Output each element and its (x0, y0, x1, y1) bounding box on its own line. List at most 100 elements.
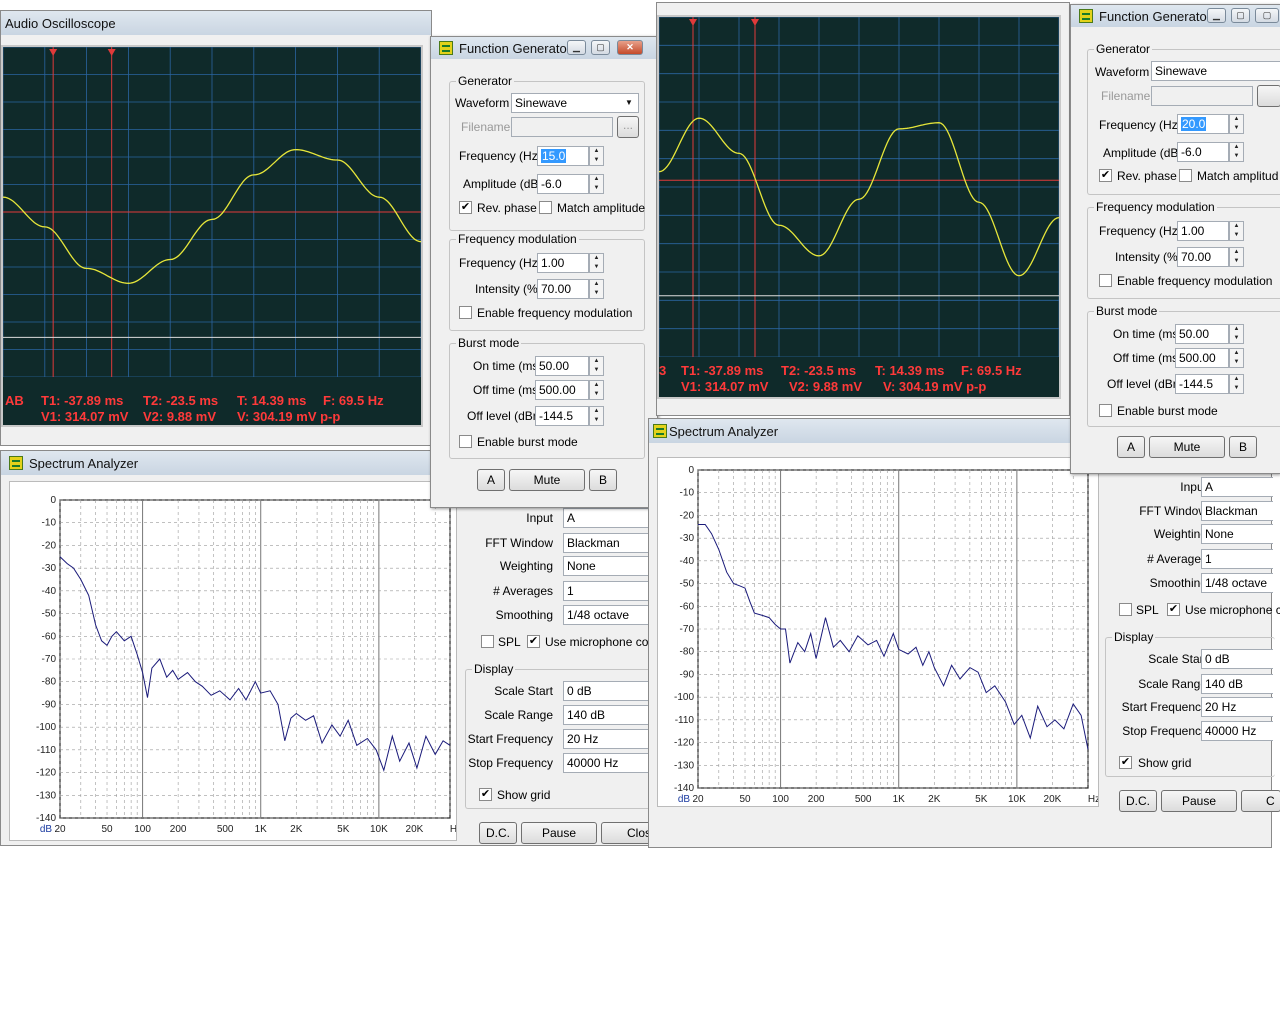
on-time-input[interactable]: 50.00 (1175, 324, 1229, 344)
frequency-input[interactable]: 15.0 (537, 146, 589, 166)
frequency-spinner[interactable]: ▲ ▼ (589, 146, 604, 166)
spl-checkbox[interactable] (1119, 603, 1132, 616)
oscilloscope-screen[interactable]: AB T1: -37.89 ms T2: -23.5 ms T: 14.39 m… (1, 45, 423, 427)
dc-button[interactable]: D.C. (1119, 790, 1157, 812)
averages-select[interactable]: 1 (563, 581, 659, 601)
averages-select[interactable]: 1 (1201, 549, 1273, 569)
chevron-down-icon[interactable]: ▼ (621, 94, 637, 112)
weighting-select[interactable]: None (563, 556, 659, 576)
fm-frequency-input[interactable]: 1.00 (537, 253, 589, 273)
start-frequency-select[interactable]: 20 Hz (563, 729, 659, 749)
off-time-spinner[interactable]: ▲ ▼ (589, 380, 604, 400)
cursor-marker[interactable] (107, 49, 116, 56)
enable-burst-checkbox[interactable] (1099, 404, 1112, 417)
pause-button[interactable]: Pause (521, 822, 597, 844)
y-tick-label: -70 (680, 624, 695, 635)
mute-button[interactable]: Mute (1149, 436, 1225, 458)
channel-a-button[interactable]: A (1117, 436, 1145, 458)
weighting-select[interactable]: None (1201, 524, 1273, 544)
frequency-input[interactable]: 20.0 (1177, 114, 1229, 134)
close-button[interactable]: C (1241, 790, 1280, 812)
mute-button[interactable]: Mute (509, 469, 585, 491)
match-amplitude-checkbox[interactable] (1179, 169, 1192, 182)
maximize-icon[interactable]: ▢ (1231, 8, 1250, 23)
amplitude-input[interactable]: -6.0 (1177, 142, 1229, 162)
off-time-input[interactable]: 500.00 (1175, 348, 1229, 368)
waveform-select[interactable]: Sinewave (1151, 61, 1280, 81)
spectrum-left-plot-area[interactable]: 0 -10 -20 -30 -40 -50 -60 -70 -80 -90 -100 -110 -120… (9, 481, 462, 841)
stop-frequency-select[interactable]: 40000 Hz (1201, 721, 1273, 741)
match-amplitude-checkbox[interactable] (539, 201, 552, 214)
cursor-marker[interactable] (689, 19, 697, 26)
fm-frequency-spinner[interactable]: ▲ ▼ (589, 253, 604, 273)
spl-checkbox[interactable] (481, 635, 494, 648)
off-time-label: Off time (ms) (473, 383, 543, 397)
fm-frequency-spinner[interactable]: ▲ ▼ (1229, 221, 1244, 241)
fm-intensity-input[interactable]: 70.00 (537, 279, 589, 299)
input-select[interactable]: A (563, 508, 659, 528)
cursor-marker[interactable] (49, 49, 58, 56)
enable-fm-label: Enable frequency modulation (477, 306, 633, 320)
off-level-spinner[interactable]: ▲ ▼ (589, 406, 604, 426)
enable-burst-checkbox[interactable] (459, 435, 472, 448)
dc-button[interactable]: D.C. (479, 822, 517, 844)
function-generator-left-window: Function Generator ▁ ▢ ✕ Generator Wavef… (430, 36, 658, 508)
minimize-icon[interactable]: ▁ (1207, 8, 1226, 23)
off-level-input[interactable]: -144.5 (1175, 374, 1229, 394)
show-grid-checkbox[interactable]: ✔ (1119, 756, 1132, 769)
enable-fm-checkbox[interactable] (1099, 274, 1112, 287)
rev-phase-checkbox[interactable]: ✔ (459, 201, 472, 214)
on-time-spinner[interactable]: ▲ ▼ (1229, 324, 1244, 344)
enable-fm-checkbox[interactable] (459, 306, 472, 319)
stop-frequency-select[interactable]: 40000 Hz (563, 753, 659, 773)
show-grid-checkbox[interactable]: ✔ (479, 788, 492, 801)
channel-b-button[interactable]: B (1229, 436, 1257, 458)
off-level-spinner[interactable]: ▲ ▼ (1229, 374, 1244, 394)
amplitude-spinner[interactable]: ▲ ▼ (589, 174, 604, 194)
channel-a-button[interactable]: A (477, 469, 505, 491)
fft-window-select[interactable]: Blackman (1201, 501, 1273, 521)
off-time-input[interactable]: 500.00 (535, 380, 589, 400)
fm-intensity-spinner[interactable]: ▲ ▼ (1229, 247, 1244, 267)
amplitude-input[interactable]: -6.0 (537, 174, 589, 194)
spectrum-right-plot-area[interactable]: 0 -10 -20 -30 -40 -50 -60 -70 -80 -90 -100 -110 -120… (657, 457, 1100, 807)
mic-comp-checkbox[interactable]: ✔ (527, 635, 540, 648)
rev-phase-label: Rev. phase (1117, 169, 1177, 183)
fft-window-select[interactable]: Blackman (563, 533, 659, 553)
smoothing-select[interactable]: 1/48 octave (1201, 573, 1273, 593)
on-time-input[interactable]: 50.00 (535, 356, 589, 376)
rev-phase-checkbox[interactable]: ✔ (1099, 169, 1112, 182)
y-tick-label: -120 (674, 738, 694, 749)
off-level-input[interactable]: -144.5 (535, 406, 589, 426)
scale-range-select[interactable]: 140 dB (563, 705, 659, 725)
fm-intensity-input[interactable]: 70.00 (1177, 247, 1229, 267)
waveform-select[interactable]: Sinewave (511, 93, 639, 113)
scale-range-select[interactable]: 140 dB (1201, 674, 1273, 694)
fg-left-titlebar[interactable]: Function Generator ▁ ▢ ✕ (431, 37, 657, 59)
channel-b-button[interactable]: B (589, 469, 617, 491)
enable-burst-label: Enable burst mode (477, 435, 578, 449)
frequency-spinner[interactable]: ▲ ▼ (1229, 114, 1244, 134)
maximize-icon[interactable]: ▢ (591, 40, 610, 55)
close-icon[interactable]: ✕ (617, 40, 643, 55)
scale-start-label: Scale Start (494, 684, 553, 698)
pause-button[interactable]: Pause (1161, 790, 1237, 812)
oscilloscope-right-screen[interactable]: 3 T1: -37.89 ms T2: -23.5 ms T: 14.39 ms… (657, 15, 1061, 399)
input-select[interactable]: A (1201, 477, 1273, 497)
mic-comp-checkbox[interactable]: ✔ (1167, 603, 1180, 616)
y-tick-label: -130 (674, 760, 694, 771)
smoothing-select[interactable]: 1/48 octave (563, 605, 659, 625)
amplitude-spinner[interactable]: ▲ ▼ (1229, 142, 1244, 162)
oscilloscope-titlebar[interactable]: Audio Oscilloscope (1, 11, 431, 35)
restore-icon[interactable]: ▢ (1255, 8, 1279, 23)
start-frequency-select[interactable]: 20 Hz (1201, 697, 1273, 717)
on-time-spinner[interactable]: ▲ ▼ (589, 356, 604, 376)
fm-intensity-spinner[interactable]: ▲ ▼ (589, 279, 604, 299)
minimize-icon[interactable]: ▁ (567, 40, 586, 55)
cursor-marker[interactable] (751, 19, 759, 26)
off-time-spinner[interactable]: ▲ ▼ (1229, 348, 1244, 368)
fg-right-titlebar[interactable]: Function Generator ▁ ▢ ▢ (1071, 5, 1280, 27)
scale-start-select[interactable]: 0 dB (563, 681, 659, 701)
scale-start-select[interactable]: 0 dB (1201, 649, 1273, 669)
fm-frequency-input[interactable]: 1.00 (1177, 221, 1229, 241)
